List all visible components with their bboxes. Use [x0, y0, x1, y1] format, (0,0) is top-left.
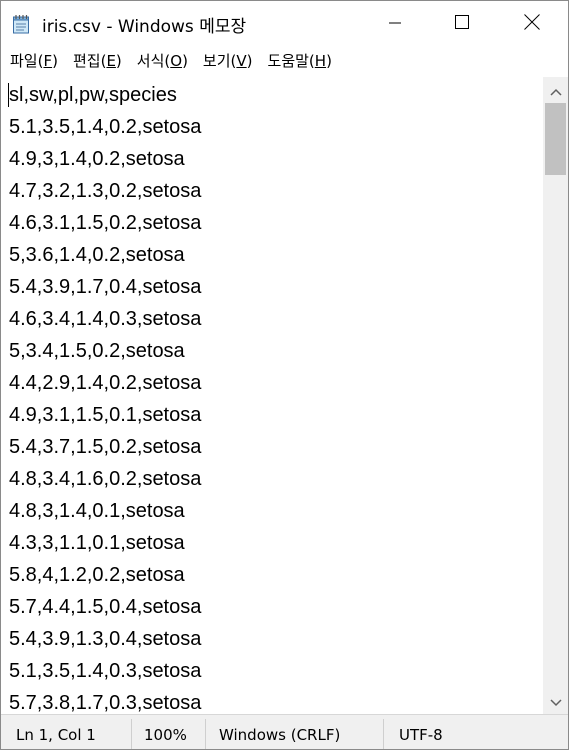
text-line: 4.9,3,1.4,0.2,setosa	[9, 148, 185, 170]
menu-edit[interactable]: 편집(E)	[64, 46, 128, 76]
notepad-icon[interactable]	[12, 14, 30, 34]
status-encoding: UTF-8	[399, 726, 443, 744]
status-bar: Ln 1, Col 1 100% Windows (CRLF) UTF-8	[1, 714, 568, 749]
title-bar[interactable]: iris.csv - Windows 메모장	[1, 1, 568, 46]
scroll-thumb[interactable]	[545, 103, 566, 175]
text-line: 5.7,3.8,1.7,0.3,setosa	[9, 692, 202, 714]
text-line: 4.6,3.4,1.4,0.3,setosa	[9, 308, 202, 330]
text-line: 4.3,3,1.1,0.1,setosa	[9, 532, 185, 554]
text-line: 5,3.6,1.4,0.2,setosa	[9, 244, 185, 266]
status-zoom: 100%	[144, 726, 187, 744]
notepad-window: iris.csv - Windows 메모장 파일(F) 편집(E) 서식(O)…	[0, 0, 569, 750]
text-line: 5.4,3.9,1.7,0.4,setosa	[9, 276, 202, 298]
status-divider	[205, 719, 206, 749]
status-divider	[131, 719, 132, 749]
menu-file-label: 파일	[10, 52, 38, 70]
status-divider	[383, 719, 384, 749]
text-line: 5.4,3.7,1.5,0.2,setosa	[9, 436, 202, 458]
menu-view-label: 보기	[202, 52, 231, 70]
text-line: 5.1,3.5,1.4,0.3,setosa	[9, 660, 202, 682]
maximize-button[interactable]	[439, 1, 485, 46]
text-line: 5.7,4.4,1.5,0.4,setosa	[9, 596, 202, 618]
minimize-icon	[389, 14, 401, 33]
window-title: iris.csv - Windows 메모장	[42, 17, 247, 37]
text-editor[interactable]: sl,sw,pl,pw,species 5.1,3.5,1.4,0.2,seto…	[1, 77, 543, 714]
text-line: 5,3.4,1.5,0.2,setosa	[9, 340, 185, 362]
maximize-icon	[455, 14, 469, 33]
menu-help-label: 도움말	[267, 52, 309, 70]
minimize-button[interactable]	[372, 1, 418, 46]
close-icon	[524, 13, 540, 34]
status-line-ending: Windows (CRLF)	[219, 726, 341, 744]
text-line: 5.8,4,1.2,0.2,setosa	[9, 564, 185, 586]
text-line: 4.8,3.4,1.6,0.2,setosa	[9, 468, 202, 490]
menu-format[interactable]: 서식(O)	[128, 46, 194, 76]
close-button[interactable]	[509, 1, 555, 46]
chevron-up-icon	[549, 81, 562, 100]
menu-help[interactable]: 도움말(H)	[259, 46, 338, 76]
text-line: 5.4,3.9,1.3,0.4,setosa	[9, 628, 202, 650]
scroll-down-button[interactable]	[543, 688, 568, 714]
status-position: Ln 1, Col 1	[16, 726, 96, 744]
menu-edit-key: E	[106, 52, 116, 70]
text-caret	[8, 83, 9, 107]
text-line: 4.6,3.1,1.5,0.2,setosa	[9, 212, 202, 234]
menu-file[interactable]: 파일(F)	[1, 46, 64, 76]
scroll-up-button[interactable]	[543, 77, 568, 103]
text-line: 4.7,3.2,1.3,0.2,setosa	[9, 180, 202, 202]
text-line: 4.8,3,1.4,0.1,setosa	[9, 500, 185, 522]
menu-format-label: 서식	[136, 52, 165, 70]
menu-bar: 파일(F) 편집(E) 서식(O) 보기(V) 도움말(H)	[1, 46, 568, 76]
text-line: 5.1,3.5,1.4,0.2,setosa	[9, 116, 202, 138]
vertical-scrollbar[interactable]	[543, 77, 568, 714]
text-line: 4.9,3.1,1.5,0.1,setosa	[9, 404, 202, 426]
chevron-down-icon	[549, 692, 562, 711]
menu-view-key: V	[236, 52, 247, 70]
text-line: 4.4,2.9,1.4,0.2,setosa	[9, 372, 202, 394]
menu-help-key: H	[314, 52, 327, 70]
text-line: sl,sw,pl,pw,species	[9, 84, 177, 106]
menu-format-key: O	[170, 52, 183, 70]
menu-view[interactable]: 보기(V)	[194, 46, 259, 76]
menu-edit-label: 편집	[72, 52, 101, 70]
menu-file-key: F	[43, 52, 53, 70]
